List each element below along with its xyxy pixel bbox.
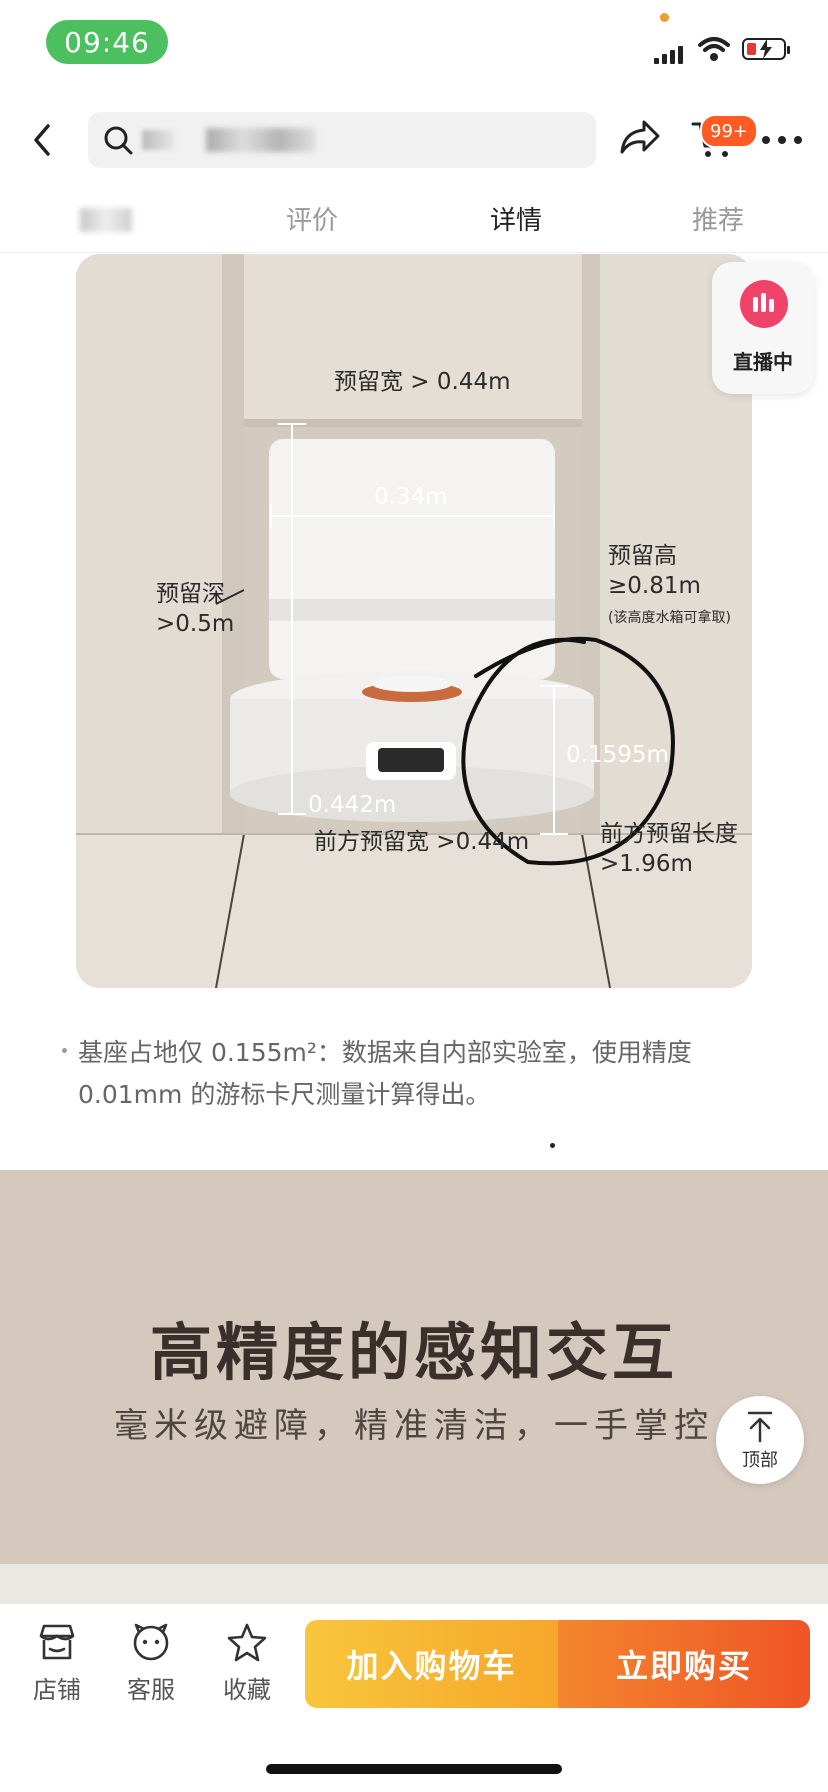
share-icon[interactable] [618, 118, 662, 158]
star-icon [227, 1623, 267, 1662]
privacy-indicator-dot [660, 13, 669, 22]
reserved-height-value: ≥0.81m [608, 573, 701, 599]
reserved-width-label: 预留宽 > 0.44m [334, 369, 511, 395]
front-width-label: 前方预留宽 >0.44m [314, 829, 530, 855]
customer-service-button[interactable]: 客服 [116, 1622, 186, 1705]
home-indicator[interactable] [266, 1764, 562, 1774]
front-length-label: 前方预留长度 [600, 821, 738, 847]
cellular-signal-icon [654, 42, 690, 64]
customer-service-label: 客服 [127, 1676, 175, 1704]
customer-service-icon [133, 1623, 169, 1661]
search-icon [104, 126, 133, 155]
robot-height-label: 0.1595m [566, 742, 669, 768]
tab-details[interactable]: 详情 [490, 200, 542, 237]
reserved-depth-value: >0.5m [156, 611, 235, 637]
favorite-label: 收藏 [223, 1676, 271, 1704]
more-options-icon[interactable] [762, 136, 804, 146]
blurred-search-text [142, 130, 174, 150]
cart-count-badge: 99+ [700, 114, 758, 148]
reserved-height-label: 预留高 [608, 543, 677, 569]
back-to-top-label: 顶部 [742, 1450, 778, 1471]
blurred-search-text [206, 128, 316, 152]
front-length-value: >1.96m [600, 851, 693, 877]
section-subtitle: 毫米级避障，精准清洁，一手掌控 [114, 1406, 714, 1446]
footnote-bullet [62, 1048, 67, 1053]
live-icon [740, 280, 788, 328]
footnote-text: 基座占地仅 0.155m²：数据来自内部实验室，使用精度 0.01mm 的游标卡… [78, 1038, 692, 1109]
favorite-button[interactable]: 收藏 [212, 1622, 282, 1705]
buy-now-button[interactable]: 立即购买 [558, 1620, 810, 1708]
status-bar: 09:46 [0, 0, 828, 90]
product-dimension-image: 预留宽 > 0.44m 0.34m 预留高 ≥0.81m (该高度水箱可拿取) … [76, 254, 752, 988]
live-stream-button[interactable]: 直播中 [712, 262, 814, 394]
store-label: 店铺 [33, 1676, 81, 1704]
dock-width-label: 0.34m [374, 484, 448, 510]
section-title: 高精度的感知交互 [149, 1316, 678, 1389]
arrow-up-icon [747, 1411, 773, 1443]
back-to-top-button[interactable]: 顶部 [716, 1396, 804, 1484]
add-to-cart-button[interactable]: 加入购物车 [305, 1620, 558, 1708]
product-tabs: 评价 详情 推荐 [0, 190, 828, 253]
tab-reviews[interactable]: 评价 [286, 200, 338, 237]
tab-product-blurred[interactable] [80, 208, 132, 232]
battery-icon [742, 38, 790, 60]
reserved-depth-label: 预留深 [156, 581, 225, 607]
reserved-height-note: (该高度水箱可拿取) [608, 610, 731, 626]
feature-section-banner: 高精度的感知交互 毫米级避障，精准清洁，一手掌控 [0, 1170, 828, 1564]
top-nav-bar: 99+ [0, 100, 828, 180]
live-label: 直播中 [733, 350, 793, 374]
base-depth-label: 0.442m [308, 792, 397, 818]
status-time: 09:46 [46, 20, 168, 64]
search-bar[interactable] [88, 112, 596, 168]
tab-recommend[interactable]: 推荐 [692, 200, 744, 237]
store-icon [39, 1624, 75, 1660]
next-section-strip [0, 1564, 828, 1604]
back-arrow-icon[interactable] [28, 118, 56, 162]
wifi-icon [698, 37, 730, 61]
store-button[interactable]: 店铺 [22, 1622, 92, 1705]
decorative-dot [550, 1143, 555, 1148]
